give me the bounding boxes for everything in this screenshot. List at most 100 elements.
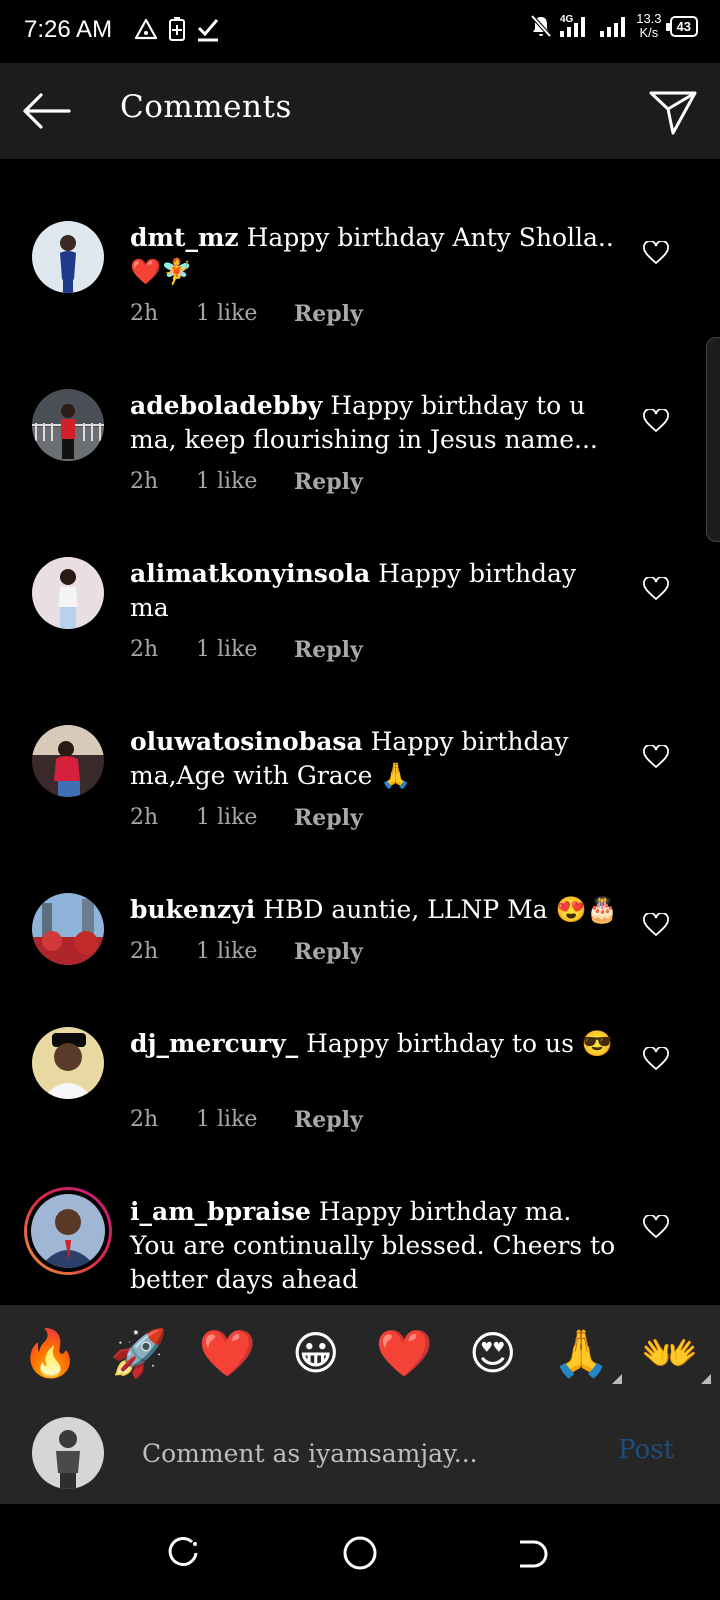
like-button[interactable] (632, 733, 680, 781)
avatar[interactable] (32, 725, 104, 797)
comment-meta: 2h 1 like Reply (130, 1107, 363, 1133)
avatar[interactable] (32, 389, 104, 461)
heart-outline-icon (643, 409, 669, 433)
back-nav-icon (520, 1540, 548, 1568)
like-button[interactable] (632, 1203, 680, 1251)
reply-button[interactable]: Reply (294, 637, 363, 663)
comment-username[interactable]: bukenzyi (130, 895, 255, 924)
recents-icon (168, 1537, 198, 1566)
heart-outline-icon (643, 1215, 669, 1239)
comment-like-count[interactable]: 1 like (196, 637, 294, 663)
status-time: 7:26 AM (24, 16, 113, 43)
compose-bar: Post (0, 1401, 720, 1504)
comment-item: adeboladebby Happy birthday to u ma, kee… (0, 389, 720, 539)
comment-item: oluwatosinobasa Happy birthday ma,Age wi… (0, 725, 720, 875)
comment-username[interactable]: oluwatosinobasa (130, 727, 363, 756)
app-header: Comments (0, 63, 720, 159)
share-button[interactable] (646, 85, 700, 139)
avatar-image (32, 725, 104, 797)
comment-text: alimatkonyinsola Happy birthday ma (130, 557, 620, 625)
current-user-avatar (32, 1417, 104, 1489)
comments-list[interactable]: dmt_mz Happy birthday Anty Sholla.. ❤️🧚 … (0, 159, 720, 1305)
emoji-open-hands-wrap[interactable]: 👐 (635, 1318, 711, 1388)
comment-meta: 2h 1 like Reply (130, 469, 363, 495)
avatar-image (32, 893, 104, 965)
system-nav-bar (0, 1504, 720, 1600)
comment-username[interactable]: dmt_mz (130, 223, 239, 252)
back-nav-button[interactable] (508, 1528, 558, 1578)
signal-4g-icon: 4G (560, 14, 586, 37)
like-button[interactable] (632, 397, 680, 445)
emoji-fire-button[interactable]: 🔥 (15, 1318, 85, 1388)
comment-time: 2h (130, 637, 159, 662)
arrow-left-icon (23, 93, 71, 129)
comment-like-count[interactable]: 1 like (196, 301, 294, 327)
heart-outline-icon (643, 1047, 669, 1071)
reply-button[interactable]: Reply (294, 301, 363, 327)
battery-level: 43 (676, 18, 691, 34)
avatar[interactable] (32, 1027, 104, 1099)
reply-button[interactable]: Reply (294, 939, 363, 965)
heart-outline-icon (643, 241, 669, 265)
comment-like-count[interactable]: 1 like (196, 939, 294, 965)
like-button[interactable] (632, 229, 680, 277)
reply-button[interactable]: Reply (294, 1107, 363, 1133)
reply-button[interactable]: Reply (294, 805, 363, 831)
recents-button[interactable] (158, 1528, 208, 1578)
emoji-heart-button[interactable]: ❤️ (192, 1318, 262, 1388)
heart-outline-icon (643, 913, 669, 937)
avatar[interactable] (32, 893, 104, 965)
comment-message: Happy birthday to us 😎 (306, 1029, 614, 1058)
comment-username[interactable]: i_am_bpraise (130, 1197, 311, 1226)
comment-username[interactable]: dj_mercury_ (130, 1029, 298, 1058)
comment-message: HBD auntie, LLNP Ma 😍🎂 (263, 895, 618, 924)
avatar-story-ring[interactable] (24, 1187, 112, 1275)
comment-meta: 2h 1 like Reply (130, 637, 363, 663)
comment-username[interactable]: adeboladebby (130, 391, 322, 420)
home-button[interactable] (335, 1528, 385, 1578)
download-check-icon (197, 19, 219, 42)
comment-text: adeboladebby Happy birthday to u ma, kee… (130, 389, 620, 457)
avatar-image (32, 221, 104, 293)
status-system-icons: 4G 13.3 K/s 43 (530, 12, 698, 40)
back-button[interactable] (20, 87, 72, 135)
like-button[interactable] (632, 1035, 680, 1083)
reply-button[interactable]: Reply (294, 469, 363, 495)
emoji-heart-2-button[interactable]: ❤️ (369, 1318, 439, 1388)
like-button[interactable] (632, 901, 680, 949)
emoji-pray-wrap[interactable]: 🙏 (546, 1318, 623, 1388)
comment-like-count[interactable]: 1 like (196, 805, 294, 831)
comment-input[interactable] (142, 1433, 602, 1473)
avatar-image (32, 1417, 104, 1489)
status-notification-icons (134, 16, 220, 42)
emoji-grin-button[interactable]: 😀 (281, 1318, 351, 1388)
emoji-open-hands-button[interactable]: 👐 (641, 1326, 698, 1381)
warning-triangle-icon (134, 18, 158, 40)
comment-text: oluwatosinobasa Happy birthday ma,Age wi… (130, 725, 620, 793)
like-button[interactable] (632, 565, 680, 613)
emoji-quick-bar: 🔥 🚀 ❤️ 😀 ❤️ 😍 🙏 👐 (0, 1305, 720, 1401)
scrollbar-thumb[interactable] (706, 337, 720, 542)
post-button[interactable]: Post (618, 1435, 674, 1465)
comment-time: 2h (130, 939, 159, 964)
svg-text:4G: 4G (560, 14, 574, 25)
status-bar: 7:26 AM 4G 13.3 K/s 43 (0, 0, 720, 63)
emoji-rocket-button[interactable]: 🚀 (104, 1318, 174, 1388)
heart-outline-icon (643, 577, 669, 601)
network-speed: 13.3 K/s (636, 12, 661, 40)
avatar-image (32, 389, 104, 461)
heart-outline-icon (643, 745, 669, 769)
avatar[interactable] (32, 557, 104, 629)
comment-like-count[interactable]: 1 like (196, 469, 294, 495)
avatar[interactable] (32, 221, 104, 293)
comment-username[interactable]: alimatkonyinsola (130, 559, 370, 588)
comment-meta: 2h 1 like Reply (130, 939, 363, 965)
comment-meta: 2h 1 like Reply (130, 805, 363, 831)
comment-text: i_am_bpraise Happy birthday ma. You are … (130, 1195, 620, 1297)
comment-time: 2h (130, 301, 159, 326)
comment-like-count[interactable]: 1 like (196, 1107, 294, 1133)
comment-item: dmt_mz Happy birthday Anty Sholla.. ❤️🧚 … (0, 221, 720, 371)
home-circle-icon (343, 1536, 377, 1570)
emoji-heart-eyes-button[interactable]: 😍 (458, 1318, 528, 1388)
emoji-pray-button[interactable]: 🙏 (553, 1326, 610, 1381)
